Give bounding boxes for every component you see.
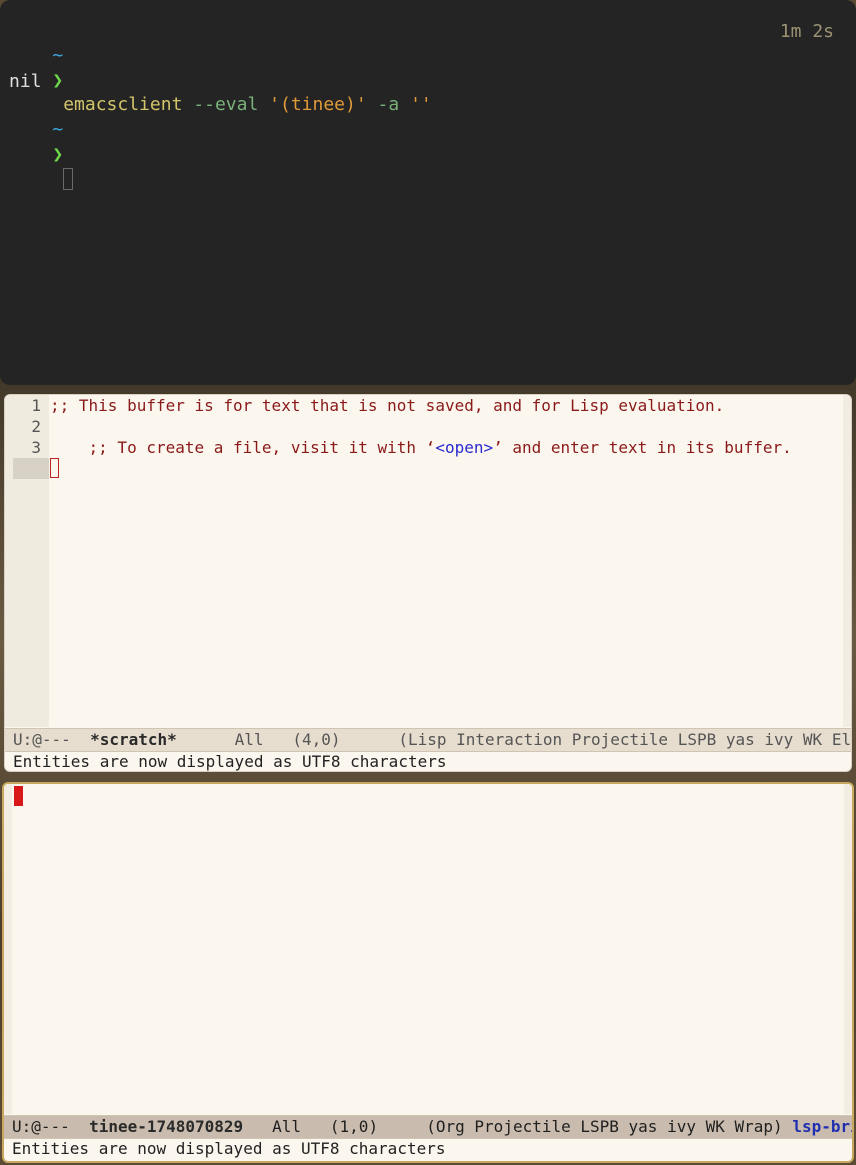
line-number-2: 2 <box>31 417 41 436</box>
modeline-coords-2: (1,0) <box>329 1117 379 1136</box>
input-line[interactable]: ❯ <box>9 119 74 215</box>
line-number-gutter: 1 2 3 <box>5 395 49 727</box>
command-arg-a: '' <box>410 94 432 115</box>
prompt-chevron-icon-2: ❯ <box>52 144 64 165</box>
command-flag-a: -a <box>377 94 400 115</box>
terminal-window[interactable]: 1m 2s ~ ❯ emacsclient --eval '(tinee)' -… <box>0 0 856 385</box>
line-number-1: 1 <box>31 396 41 415</box>
scrollbar[interactable] <box>843 395 851 727</box>
echo-area-2: Entities are now displayed as UTF8 chara… <box>12 1139 446 1158</box>
command-name: emacsclient <box>63 94 183 115</box>
line-number-3: 3 <box>31 438 41 457</box>
modeline-buffer-name-2[interactable]: tinee-1748070829 <box>89 1117 243 1136</box>
emacs-frame-scratch[interactable]: 1 2 3 ;; This buffer is for text that is… <box>4 394 852 772</box>
modeline-position-2: All <box>272 1117 301 1136</box>
code-line-2-post: ’ and enter text in its buffer. <box>493 438 792 457</box>
modeline-position: All <box>234 730 264 749</box>
modeline-modes-2[interactable]: (Org Projectile LSPB yas ivy WK Wrap) <box>426 1117 782 1136</box>
terminal-cursor <box>63 168 74 190</box>
scrollbar-2[interactable] <box>844 784 852 1114</box>
modeline-status-2: U:@--- <box>12 1117 70 1136</box>
echo-area-1: Entities are now displayed as UTF8 chara… <box>13 752 447 771</box>
command-duration: 1m 2s <box>779 21 834 42</box>
modeline-lsp-bridge[interactable]: lsp-bridge <box>792 1117 852 1136</box>
code-line-1[interactable]: ;; This buffer is for text that is not s… <box>50 395 724 416</box>
code-line-2-pre: ;; To create a file, visit it with ‘ <box>88 438 436 457</box>
command-output: nil <box>9 71 42 92</box>
command-arg-eval: '(tinee)' <box>269 94 367 115</box>
code-line-2[interactable]: ;; To create a file, visit it with ‘<ope… <box>50 416 792 479</box>
prompt-chevron-icon: ❯ <box>52 70 64 91</box>
current-line-highlight <box>13 458 49 479</box>
modeline-org[interactable]: U:@--- tinee-1748070829 All (1,0) (Org P… <box>4 1115 852 1139</box>
modeline-coords: (4,0) <box>292 730 341 749</box>
emacs-frame-org[interactable]: U:@--- tinee-1748070829 All (1,0) (Org P… <box>2 782 854 1163</box>
modeline-modes[interactable]: (Lisp Interaction Projectile LSPB yas iv… <box>398 730 851 749</box>
modeline-scratch[interactable]: U:@--- *scratch* All (4,0) (Lisp Interac… <box>5 728 851 752</box>
modeline-status: U:@--- <box>13 730 71 749</box>
text-cursor <box>50 458 59 478</box>
modeline-buffer-name[interactable]: *scratch* <box>90 730 177 749</box>
command-flag-eval: --eval <box>193 94 259 115</box>
text-cursor-2 <box>14 786 23 806</box>
left-fringe <box>4 784 12 1114</box>
open-keybinding-link[interactable]: <open> <box>435 438 493 457</box>
